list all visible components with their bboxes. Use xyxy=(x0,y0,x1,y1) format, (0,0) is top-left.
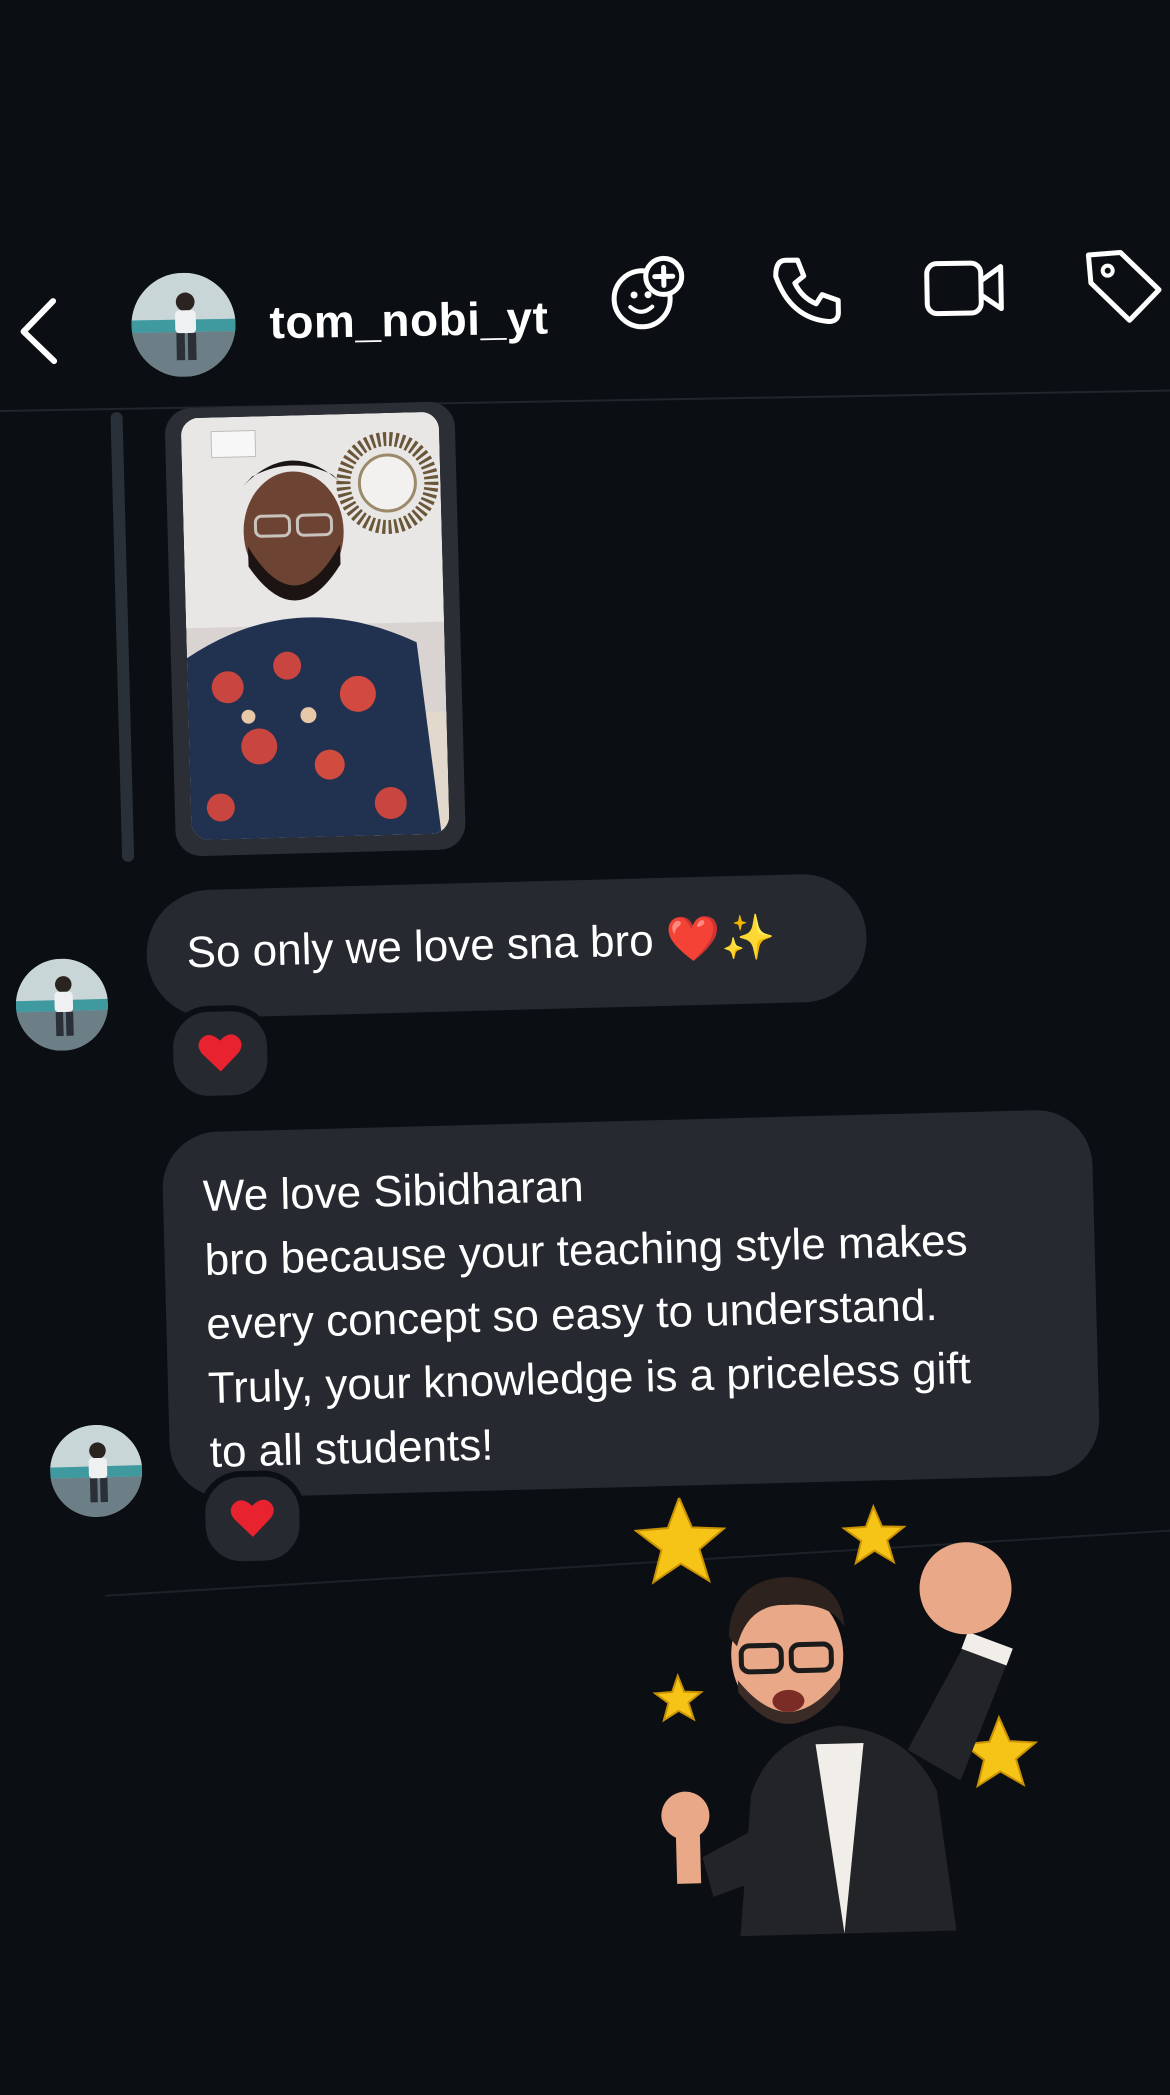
message-text: So only we love sna bro ❤️✨ xyxy=(186,911,776,978)
chat-screen: tom_nobi_yt xyxy=(0,0,1170,2080)
avatar-sticker[interactable] xyxy=(633,1488,1074,1939)
message-line: bro because your teaching style makes xyxy=(204,1216,968,1286)
heart-reaction[interactable] xyxy=(166,1004,274,1103)
message-line: We love Sibidharan xyxy=(202,1162,584,1222)
sender-avatar[interactable] xyxy=(49,1424,143,1518)
reply-indicator-line xyxy=(110,412,134,862)
message-bubble[interactable]: So only we love sna bro ❤️✨ xyxy=(145,873,868,1020)
sender-avatar[interactable] xyxy=(15,958,109,1052)
avatar-sticker-cheering-icon xyxy=(633,1488,1074,1939)
profile-photo xyxy=(49,1424,143,1518)
message-line: every concept so easy to understand. xyxy=(206,1281,938,1350)
heart-icon xyxy=(197,1031,244,1074)
profile-photo xyxy=(15,958,109,1052)
message-bubble[interactable]: We love Sibidharan bro because your teac… xyxy=(161,1109,1100,1499)
heart-reaction[interactable] xyxy=(198,1470,306,1569)
message-thread: So only we love sna bro ❤️✨ We love Sibi… xyxy=(0,0,1170,2095)
message-line: Truly, your knowledge is a priceless gif… xyxy=(207,1344,971,1414)
message-line: to all students! xyxy=(209,1421,494,1478)
heart-icon xyxy=(229,1496,276,1539)
shared-photo xyxy=(181,412,450,841)
image-message[interactable] xyxy=(164,401,466,856)
